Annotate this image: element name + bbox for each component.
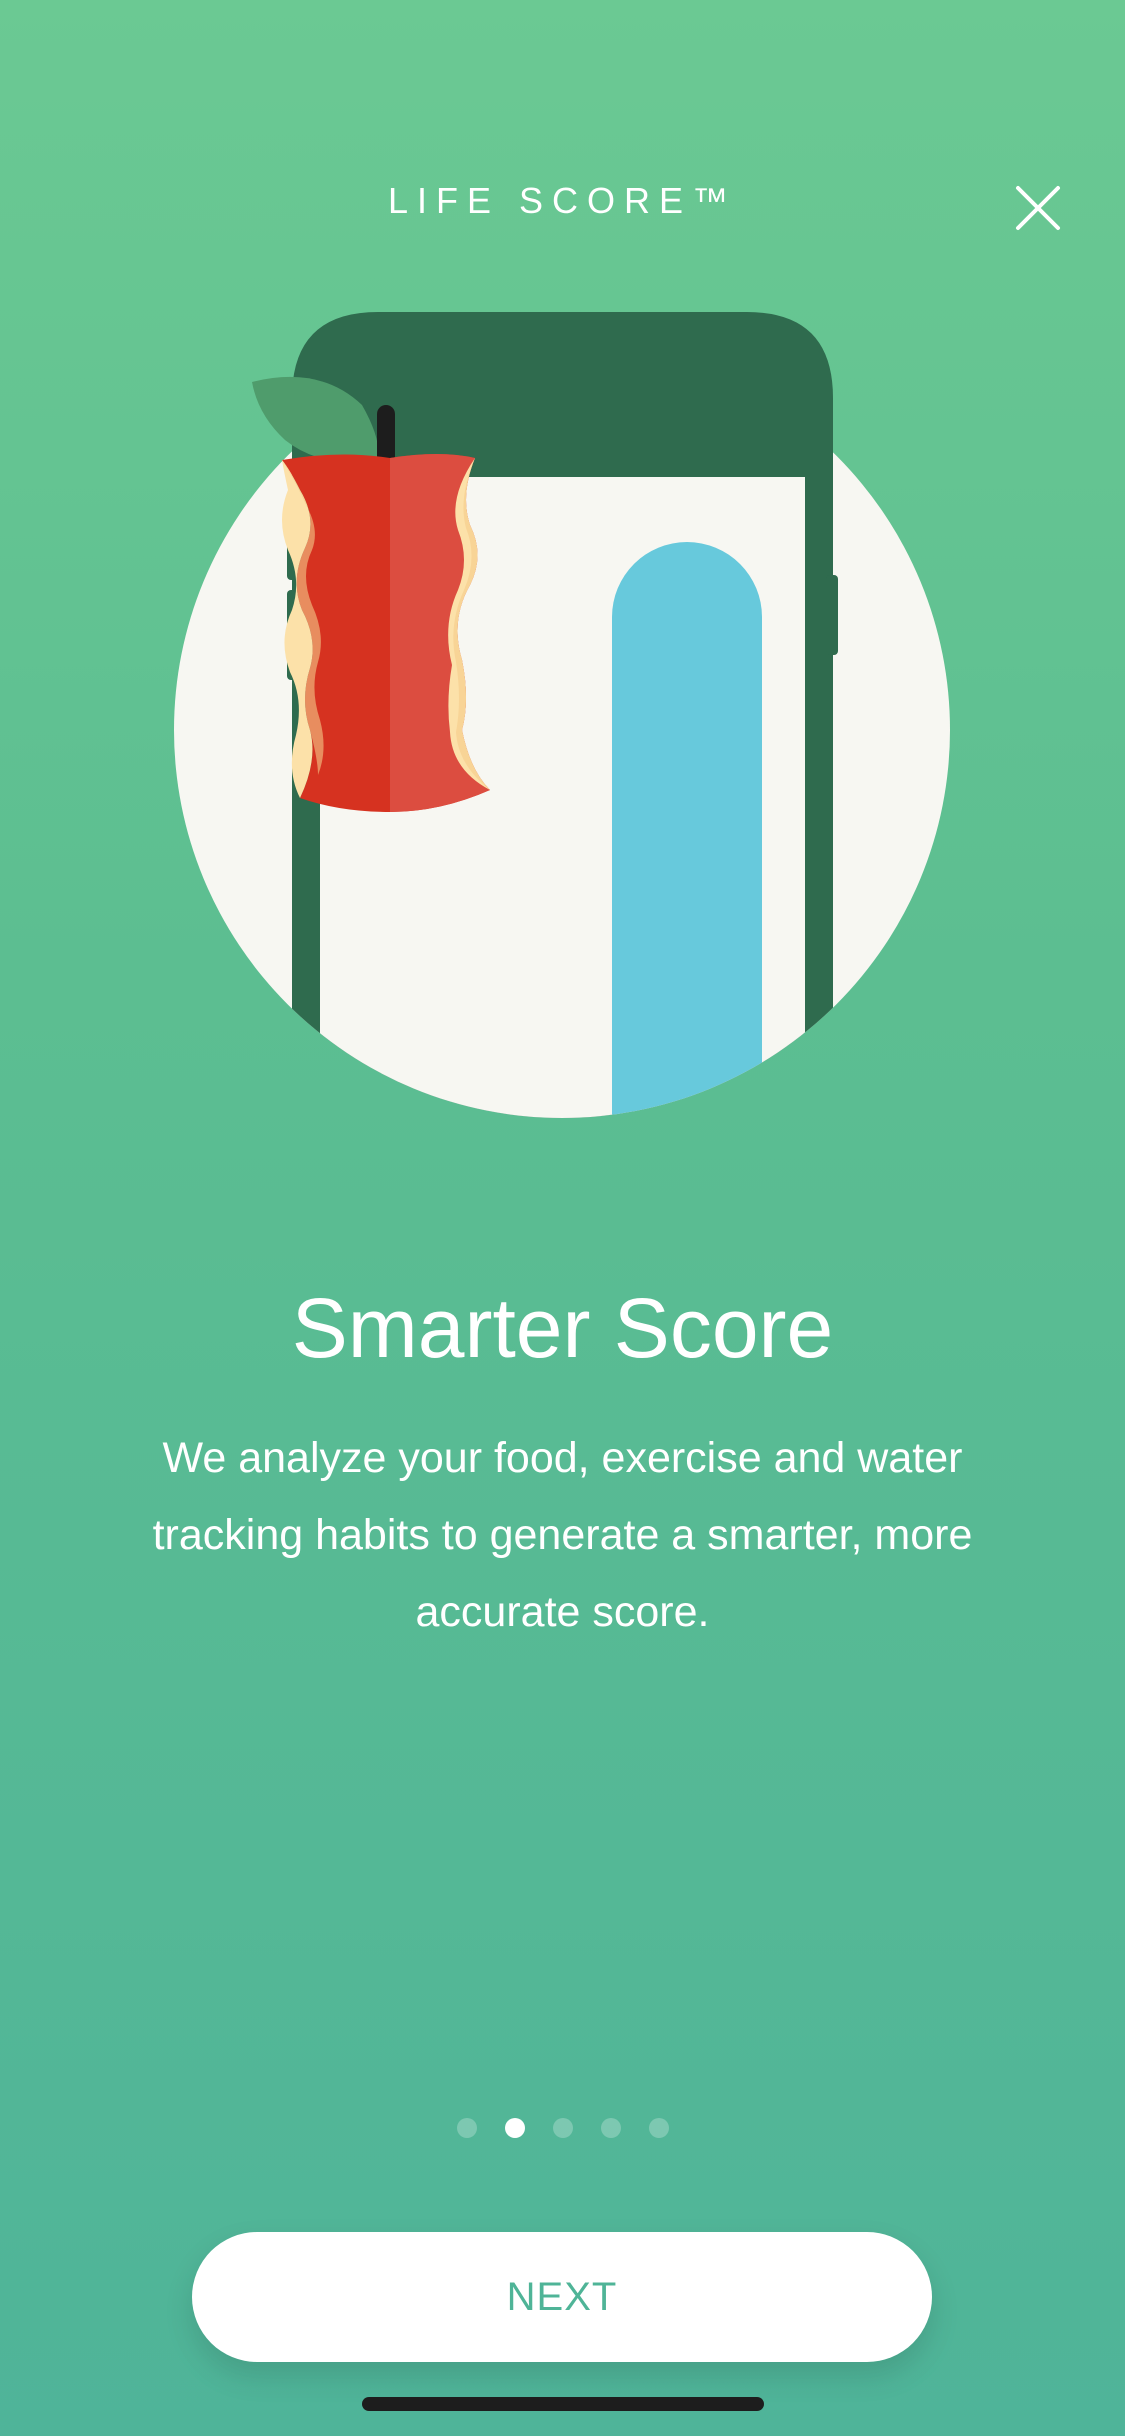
onboarding-title: Smarter Score <box>291 1281 834 1375</box>
page-dot-2[interactable] <box>504 2118 525 2138</box>
page-dot-3[interactable] <box>552 2118 573 2138</box>
next-button[interactable]: NEXT <box>192 2232 932 2362</box>
page-indicator <box>0 2118 1125 2138</box>
life-score-illustration <box>174 312 950 1118</box>
onboarding-description: We analyze your food, exercise and water… <box>152 1434 973 1636</box>
page-dot-4[interactable] <box>600 2118 621 2138</box>
home-indicator[interactable] <box>362 2397 764 2411</box>
page-dot-1[interactable] <box>456 2118 477 2138</box>
page-dot-5[interactable] <box>648 2118 669 2138</box>
water-level-bar <box>612 542 762 1118</box>
